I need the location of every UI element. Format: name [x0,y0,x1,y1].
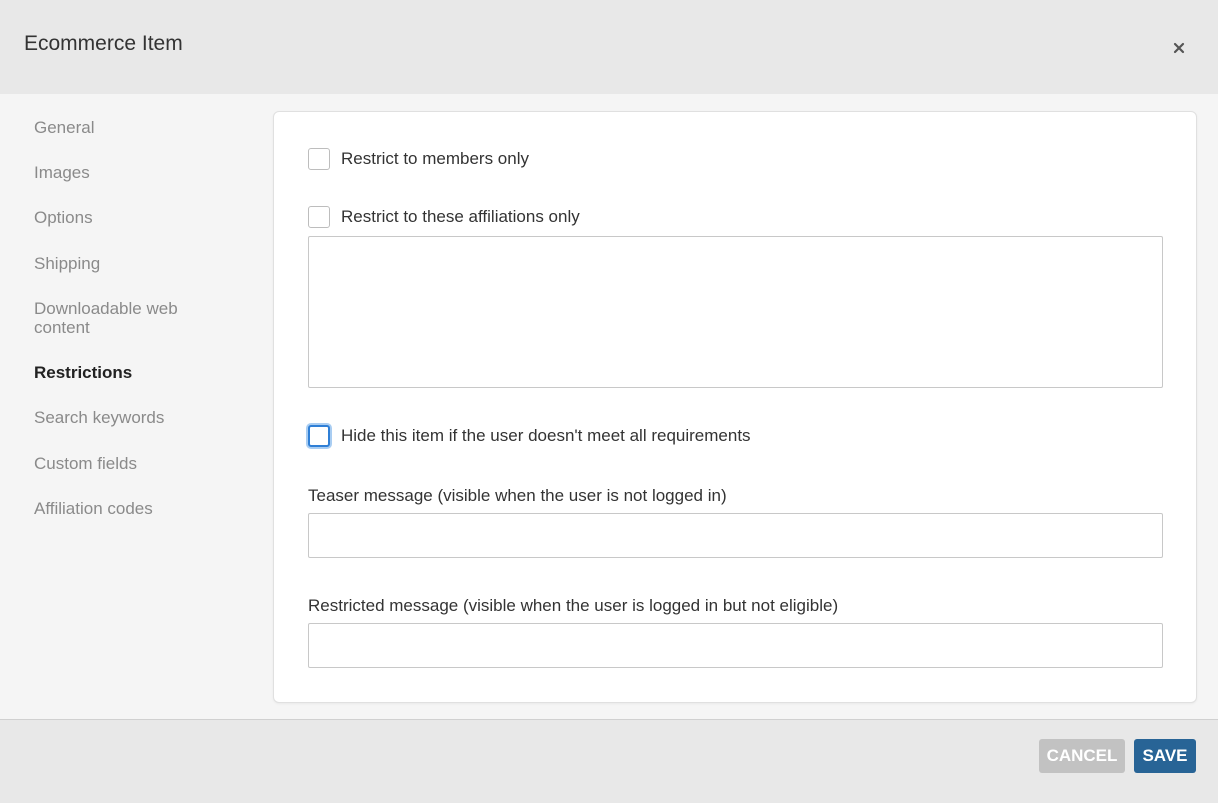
members-only-checkbox[interactable] [308,148,330,170]
sidebar-item-search-keywords[interactable]: Search keywords [34,408,224,427]
affiliations-only-option[interactable]: Restrict to these affiliations only [308,206,580,228]
sidebar-item-shipping[interactable]: Shipping [34,254,224,273]
sidebar-item-affiliation-codes[interactable]: Affiliation codes [34,499,224,518]
members-only-label: Restrict to members only [341,149,529,168]
sidebar-item-options[interactable]: Options [34,208,224,227]
hide-item-label: Hide this item if the user doesn't meet … [341,426,751,445]
modal-header: Ecommerce Item [0,0,1218,94]
restricted-message-input[interactable] [308,623,1163,668]
cancel-button[interactable]: CANCEL [1039,739,1125,773]
modal-title: Ecommerce Item [24,32,183,55]
teaser-message-input[interactable] [308,513,1163,558]
close-button[interactable] [1166,36,1192,62]
hide-item-option[interactable]: Hide this item if the user doesn't meet … [308,425,751,447]
sidebar-item-restrictions[interactable]: Restrictions [34,363,224,382]
members-only-option[interactable]: Restrict to members only [308,148,529,170]
hide-item-checkbox[interactable] [308,425,330,447]
affiliations-only-checkbox[interactable] [308,206,330,228]
sidebar-item-downloadable-web-content[interactable]: Downloadable web content [34,299,209,337]
teaser-message-label: Teaser message (visible when the user is… [308,486,727,505]
modal-footer: CANCEL SAVE [0,719,1218,803]
save-button[interactable]: SAVE [1134,739,1196,773]
close-icon [1173,42,1185,57]
restricted-message-label: Restricted message (visible when the use… [308,596,839,615]
affiliations-only-label: Restrict to these affiliations only [341,207,580,226]
sidebar-nav: General Images Options Shipping Download… [0,94,262,719]
affiliations-textarea[interactable] [308,236,1163,388]
sidebar-item-general[interactable]: General [34,118,224,137]
sidebar-item-images[interactable]: Images [34,163,224,182]
restrictions-panel: Restrict to members only Restrict to the… [273,111,1197,703]
sidebar-item-custom-fields[interactable]: Custom fields [34,454,224,473]
